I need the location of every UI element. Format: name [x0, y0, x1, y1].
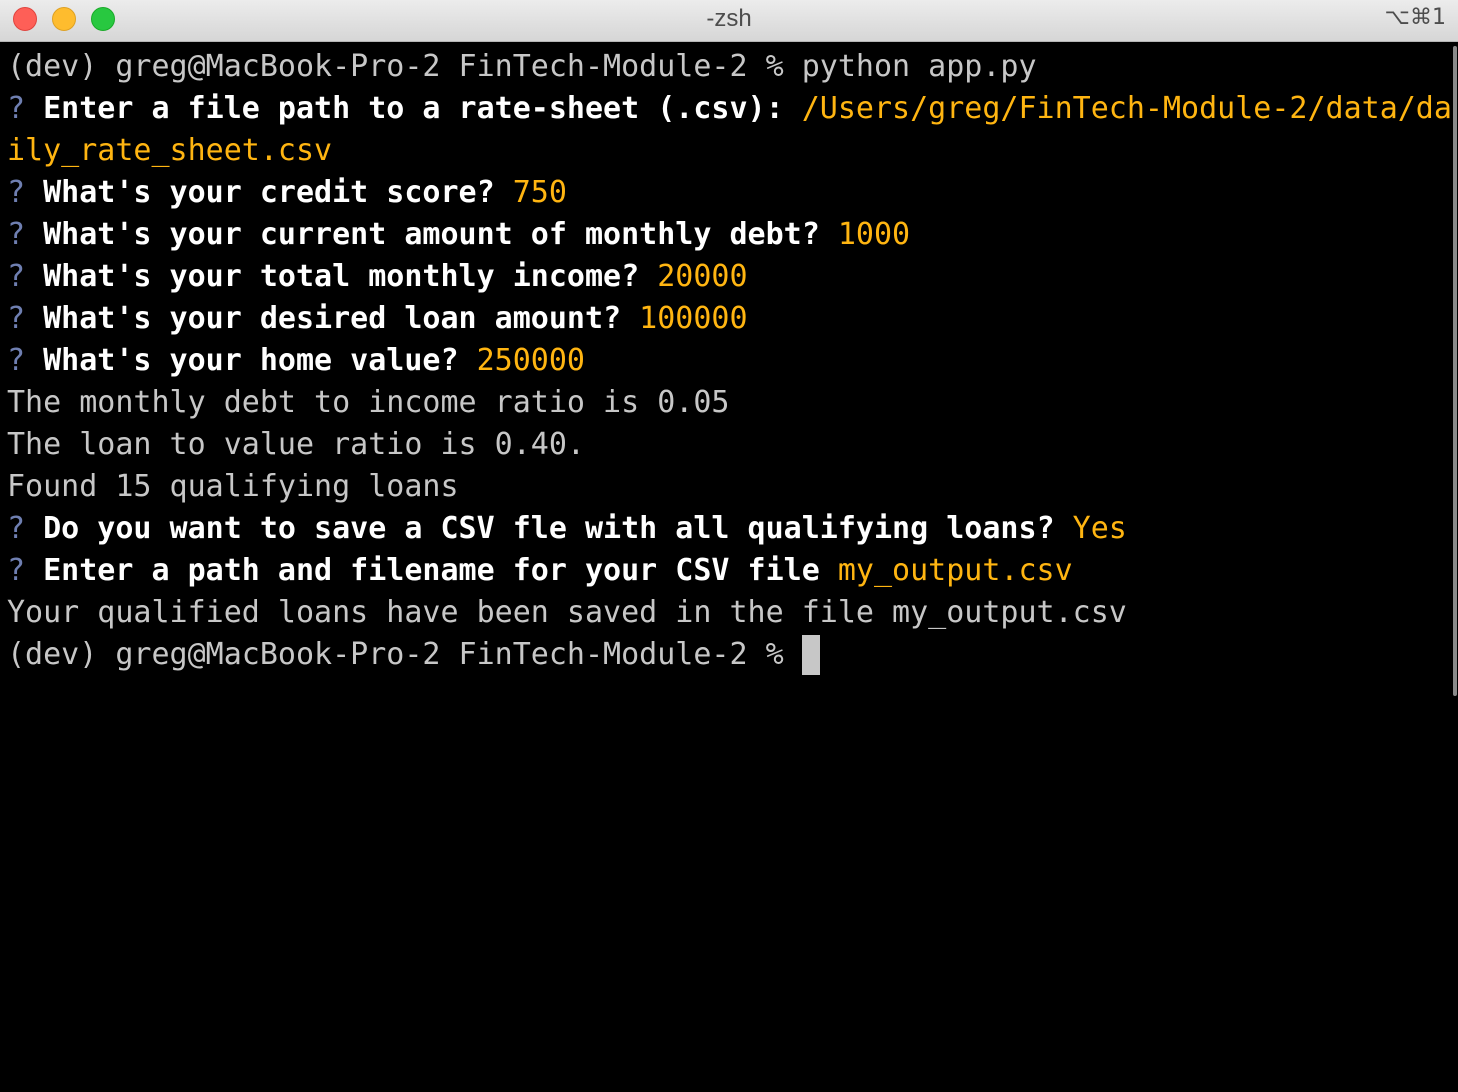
question-text: What's your desired loan amount?	[43, 301, 640, 336]
output-saved-message: Your qualified loans have been saved in …	[7, 595, 1127, 630]
output-loan-to-value: The loan to value ratio is 0.40.	[7, 427, 585, 462]
question-mark-icon: ?	[7, 343, 26, 378]
question-text: What's your total monthly income?	[43, 259, 658, 294]
output-debt-to-income: The monthly debt to income ratio is 0.05	[7, 385, 730, 420]
question-mark-icon: ?	[7, 217, 26, 252]
question-text: What's your home value?	[43, 343, 477, 378]
title-bar[interactable]: -zsh ⌥⌘1	[0, 0, 1458, 42]
output-found-loans: Found 15 qualifying loans	[7, 469, 459, 504]
answer-text: 750	[512, 175, 567, 210]
shell-prompt: (dev) greg@MacBook-Pro-2 FinTech-Module-…	[7, 637, 802, 672]
command-text: python app.py	[801, 49, 1037, 84]
question-text: Enter a path and filename for your CSV f…	[43, 553, 838, 588]
question-mark-icon: ?	[7, 175, 26, 210]
answer-file-path-wrap: ily_rate_sheet.csv	[7, 133, 333, 168]
question-mark-icon: ?	[7, 511, 26, 546]
question-output-path: ? Enter a path and filename for your CSV…	[7, 550, 1073, 592]
question-text: Do you want to save a CSV fle with all q…	[43, 511, 1073, 546]
answer-text: 100000	[639, 301, 748, 336]
answer-text: Yes	[1072, 511, 1127, 546]
answer-text: 1000	[837, 217, 911, 252]
window-title: -zsh	[706, 5, 752, 32]
question-loan-amount: ? What's your desired loan amount? 10000…	[7, 298, 748, 340]
answer-text: my_output.csv	[837, 553, 1073, 588]
scrollbar[interactable]	[1453, 46, 1457, 696]
terminal-window: -zsh ⌥⌘1 (dev) greg@MacBook-Pro-2 FinTec…	[0, 0, 1458, 1092]
question-monthly-debt: ? What's your current amount of monthly …	[7, 214, 910, 256]
question-text: What's your credit score?	[43, 175, 513, 210]
question-credit-score: ? What's your credit score? 750	[7, 172, 567, 214]
answer-text: 250000	[476, 343, 585, 378]
answer-text: 20000	[657, 259, 748, 294]
question-file-path: ? Enter a file path to a rate-sheet (.cs…	[7, 88, 1452, 130]
command-line: (dev) greg@MacBook-Pro-2 FinTech-Module-…	[7, 46, 1037, 88]
command-line-active[interactable]: (dev) greg@MacBook-Pro-2 FinTech-Module-…	[7, 634, 820, 676]
question-mark-icon: ?	[7, 301, 26, 336]
text-cursor	[801, 635, 820, 675]
question-monthly-income: ? What's your total monthly income? 2000…	[7, 256, 748, 298]
question-text: Enter a file path to a rate-sheet (.csv)…	[43, 91, 802, 126]
question-mark-icon: ?	[7, 259, 26, 294]
question-save-csv: ? Do you want to save a CSV fle with all…	[7, 508, 1127, 550]
tab-shortcut-label: ⌥⌘1	[1384, 5, 1446, 30]
question-text: What's your current amount of monthly de…	[43, 217, 838, 252]
question-mark-icon: ?	[7, 553, 26, 588]
question-mark-icon: ?	[7, 91, 26, 126]
answer-text: /Users/greg/FinTech-Module-2/data/da	[801, 91, 1452, 126]
question-home-value: ? What's your home value? 250000	[7, 340, 585, 382]
terminal-output[interactable]: (dev) greg@MacBook-Pro-2 FinTech-Module-…	[0, 42, 1458, 1092]
shell-prompt: (dev) greg@MacBook-Pro-2 FinTech-Module-…	[7, 49, 802, 84]
